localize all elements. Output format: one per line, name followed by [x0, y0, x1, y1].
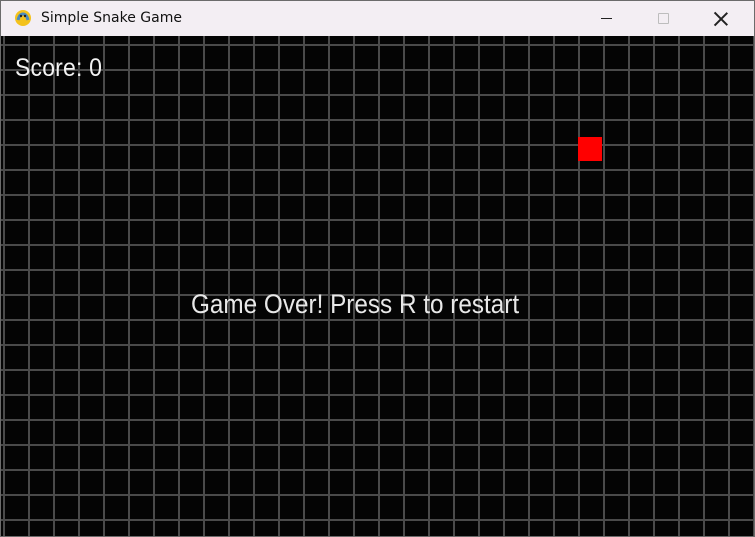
snake-app-icon: [15, 10, 31, 26]
game-board[interactable]: Score: 0 Game Over! Press R to restart: [1, 36, 754, 536]
maximize-icon: [657, 13, 669, 24]
game-over-message: Game Over! Press R to restart: [191, 289, 520, 319]
snake-food: [578, 137, 602, 161]
game-window: Simple Snake Game Score: 0 Game Over! Pr…: [0, 0, 755, 537]
score-display: Score: 0: [15, 54, 103, 82]
minimize-button[interactable]: [583, 1, 629, 36]
close-icon: [714, 12, 728, 26]
close-button[interactable]: [698, 1, 744, 36]
maximize-button[interactable]: [640, 1, 686, 36]
title-bar[interactable]: Simple Snake Game: [1, 1, 754, 36]
window-title: Simple Snake Game: [41, 10, 182, 26]
minimize-icon: [600, 18, 612, 19]
